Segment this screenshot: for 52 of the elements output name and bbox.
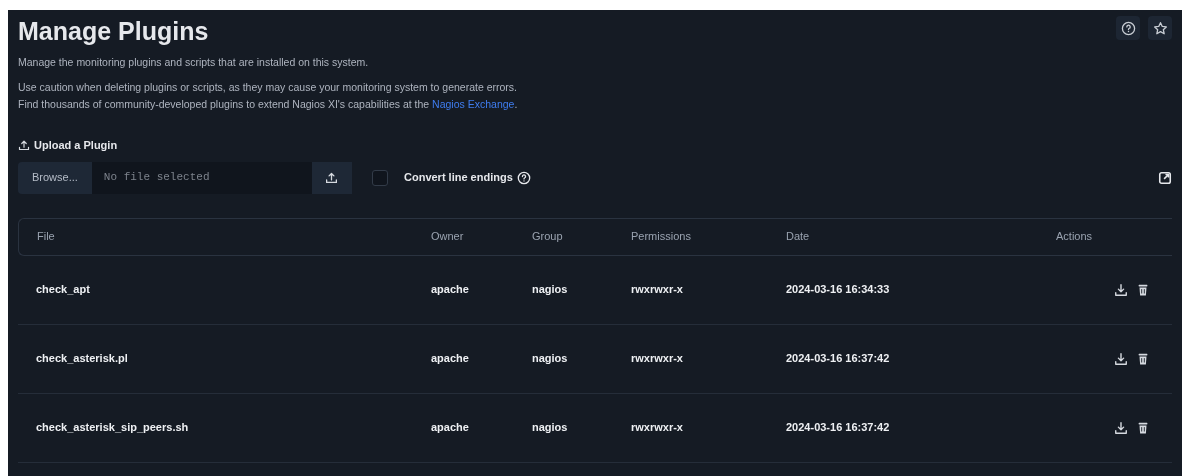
upload-icon — [325, 171, 339, 184]
table-cell: apache — [431, 255, 532, 325]
table-cell: 2024-03-16 16:37:42 — [786, 324, 1056, 394]
table-cell: rwxrwxr-x — [631, 393, 786, 463]
upload-button[interactable] — [311, 161, 352, 194]
table-cell: nagios — [532, 255, 631, 325]
table-cell: rwxrwxr-x — [631, 255, 786, 325]
delete-button[interactable] — [1136, 282, 1150, 297]
external-link-icon — [1158, 170, 1172, 185]
download-button[interactable] — [1114, 351, 1128, 366]
trash-icon — [1136, 351, 1150, 366]
intro-text: Manage the monitoring plugins and scripts that are installed on this system. — [18, 55, 370, 70]
browse-button[interactable]: Browse... — [18, 161, 92, 194]
table-cell: check_asterisk_sip_peers.sh — [18, 393, 431, 463]
help-icon — [1120, 20, 1136, 36]
help-icon — [516, 170, 531, 185]
caution-text: Use caution when deleting plugins or scripts, as they may cause your monitoring system to generate errors. Find thousands of community-developed plugins to extend Nagios XI's capabilities at the Nagios Exchange. — [18, 80, 519, 112]
star-icon — [1152, 20, 1168, 36]
download-button[interactable] — [1114, 420, 1128, 435]
table-cell: apache — [431, 393, 532, 463]
table-cell: 2024-03-16 16:34:33 — [786, 255, 1056, 325]
table-cell: 2024-03-16 16:37:42 — [786, 393, 1056, 463]
open-external-button[interactable] — [1158, 170, 1172, 185]
file-picker[interactable]: Browse... No file selected — [18, 161, 356, 194]
upload-heading: Upload a Plugin — [34, 138, 118, 153]
delete-button[interactable] — [1136, 420, 1150, 435]
column-header: Group — [532, 217, 631, 256]
download-icon — [1114, 282, 1128, 297]
column-header: Owner — [431, 217, 532, 256]
trash-icon — [1136, 420, 1150, 435]
column-header: Date — [786, 217, 1056, 256]
column-header: File — [18, 217, 431, 256]
table-cell: check_apt — [18, 255, 431, 325]
page-title: Manage Plugins — [18, 16, 209, 46]
download-button[interactable] — [1114, 282, 1128, 297]
help-button[interactable] — [1116, 16, 1140, 40]
trash-icon — [1136, 282, 1150, 297]
checkbox-label: Convert line endings — [404, 170, 513, 186]
table-cell: rwxrwxr-x — [631, 324, 786, 394]
column-header: Permissions — [631, 217, 786, 256]
table-cell: check_asterisk.pl — [18, 324, 431, 394]
column-header: Actions — [1056, 217, 1172, 256]
download-icon — [1114, 420, 1128, 435]
table-cell: nagios — [532, 324, 631, 394]
table-cell: nagios — [532, 393, 631, 463]
favorite-button[interactable] — [1148, 16, 1172, 40]
upload-icon — [18, 139, 30, 152]
download-icon — [1114, 351, 1128, 366]
delete-button[interactable] — [1136, 351, 1150, 366]
table-cell: apache — [431, 324, 532, 394]
checkbox[interactable] — [372, 169, 388, 186]
file-field[interactable]: No file selected — [91, 161, 312, 194]
